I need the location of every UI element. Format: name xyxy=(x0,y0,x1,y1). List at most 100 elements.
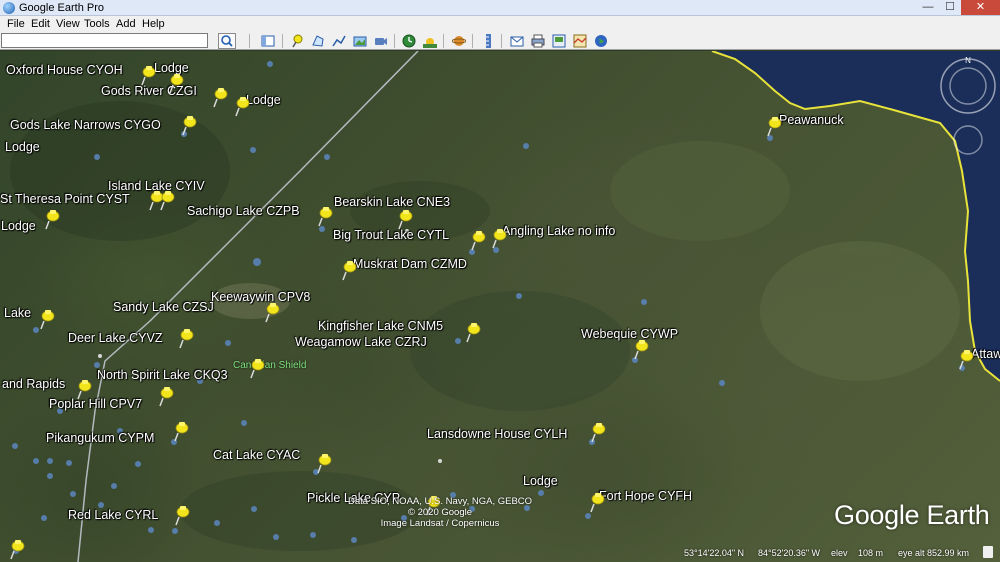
close-button[interactable]: ✕ xyxy=(961,0,1000,15)
pushpin-icon[interactable] xyxy=(8,538,26,560)
menu-help[interactable]: Help xyxy=(142,17,165,31)
navigation-controls[interactable]: N xyxy=(938,56,998,156)
pushpin-icon[interactable] xyxy=(172,420,190,442)
place-label[interactable]: Weagamow Lake CZRJ xyxy=(295,335,427,349)
pushpin-icon[interactable] xyxy=(632,338,650,360)
place-label[interactable]: Fort Hope CYFH xyxy=(599,489,692,503)
place-label[interactable]: Keewaywin CPV8 xyxy=(211,290,310,304)
save-image-button[interactable] xyxy=(550,33,568,49)
add-path-button[interactable] xyxy=(330,33,348,49)
place-label[interactable]: and Rapids xyxy=(2,377,65,391)
pushpin-icon[interactable] xyxy=(263,301,281,323)
earth-button[interactable] xyxy=(592,33,610,49)
eye-altitude-readout: eye alt 852.99 km xyxy=(898,548,970,558)
place-label[interactable]: Lake xyxy=(4,306,31,320)
title-bar: Google Earth Pro — ☐ ✕ xyxy=(0,0,1000,16)
place-label[interactable]: North Spirit Lake CKQ3 xyxy=(97,368,228,382)
place-label[interactable]: Red Lake CYRL xyxy=(68,508,158,522)
pushpin-icon[interactable] xyxy=(173,504,191,526)
historical-imagery-button[interactable] xyxy=(400,33,418,49)
place-label[interactable]: Bearskin Lake CNE3 xyxy=(334,195,450,209)
minimize-button[interactable]: — xyxy=(917,0,939,15)
place-label[interactable]: Peawanuck xyxy=(779,113,844,127)
menu-tools[interactable]: Tools xyxy=(84,17,110,31)
place-label[interactable]: Pikangukum CYPM xyxy=(46,431,154,445)
place-label[interactable]: Lodge xyxy=(1,219,36,233)
maximize-button[interactable]: ☐ xyxy=(939,0,961,15)
view-in-maps-icon xyxy=(573,34,587,48)
add-placemark-button[interactable] xyxy=(288,33,306,49)
pushpin-icon[interactable] xyxy=(167,72,185,94)
pushpin-icon[interactable] xyxy=(464,321,482,343)
print-button[interactable] xyxy=(529,33,547,49)
place-label[interactable]: Webequie CYWP xyxy=(581,327,678,341)
menu-edit[interactable]: Edit xyxy=(31,17,50,31)
place-label[interactable]: Gods Lake Narrows CYGO xyxy=(10,118,161,132)
pushpin-icon[interactable] xyxy=(158,189,176,211)
place-label[interactable]: Sachigo Lake CZPB xyxy=(187,204,300,218)
place-label[interactable]: Lodge xyxy=(246,93,281,107)
pushpin-icon[interactable] xyxy=(139,64,157,86)
pushpin-icon[interactable] xyxy=(589,421,607,443)
pushpin-icon[interactable] xyxy=(248,357,266,379)
menu-file[interactable]: File xyxy=(7,17,25,31)
sunlight-button[interactable] xyxy=(421,33,439,49)
place-label[interactable]: Attaw xyxy=(971,347,1000,361)
add-image-overlay-button[interactable] xyxy=(351,33,369,49)
attribution-line: Image Landsat / Copernicus xyxy=(380,518,500,529)
pushpin-icon[interactable] xyxy=(180,114,198,136)
pushpin-icon[interactable] xyxy=(490,227,508,249)
pushpin-icon[interactable] xyxy=(43,208,61,230)
menu-bar: File Edit View Tools Add Help xyxy=(0,16,1000,32)
toolbar-separator xyxy=(394,34,395,48)
pushpin-icon[interactable] xyxy=(315,452,333,474)
place-label[interactable]: Lansdowne House CYLH xyxy=(427,427,567,441)
place-label[interactable]: Kingfisher Lake CNM5 xyxy=(318,319,443,333)
menu-add[interactable]: Add xyxy=(116,17,136,31)
place-label[interactable]: Cat Lake CYAC xyxy=(213,448,300,462)
pushpin-icon[interactable] xyxy=(396,208,414,230)
place-label[interactable]: Deer Lake CYVZ xyxy=(68,331,162,345)
pushpin-icon[interactable] xyxy=(765,115,783,137)
place-label[interactable]: Lodge xyxy=(523,474,558,488)
place-label[interactable]: Oxford House CYOH xyxy=(6,63,123,77)
pushpin-icon[interactable] xyxy=(588,491,606,513)
place-label[interactable]: St Theresa Point CYST xyxy=(0,192,130,206)
place-label[interactable]: Sandy Lake CZSJ xyxy=(113,300,214,314)
ruler-icon xyxy=(486,34,491,48)
pushpin-icon[interactable] xyxy=(233,95,251,117)
place-label[interactable]: Big Trout Lake CYTL xyxy=(333,228,449,242)
place-label[interactable]: Muskrat Dam CZMD xyxy=(353,257,467,271)
print-icon xyxy=(531,34,545,48)
add-polygon-button[interactable] xyxy=(309,33,327,49)
pushpin-icon[interactable] xyxy=(157,385,175,407)
earth-icon xyxy=(595,35,607,47)
place-label[interactable]: Poplar Hill CPV7 xyxy=(49,397,142,411)
pushpin-icon[interactable] xyxy=(75,378,93,400)
north-indicator-icon[interactable]: N xyxy=(965,56,971,65)
place-label[interactable]: Angling Lake no info xyxy=(502,224,615,238)
pushpin-icon[interactable] xyxy=(340,259,358,281)
pushpin-icon[interactable] xyxy=(957,348,975,370)
record-tour-button[interactable] xyxy=(372,33,390,49)
look-joystick[interactable] xyxy=(940,58,996,114)
email-button[interactable] xyxy=(508,33,526,49)
streaming-indicator-icon xyxy=(983,546,993,558)
map-view[interactable]: Oxford House CYOH Lodge Gods River CZGI … xyxy=(0,51,1000,562)
search-input[interactable] xyxy=(1,33,208,48)
planets-button[interactable] xyxy=(450,33,468,49)
pushpin-icon[interactable] xyxy=(211,86,229,108)
view-in-maps-button[interactable] xyxy=(571,33,589,49)
search-button[interactable] xyxy=(218,33,236,49)
pushpin-icon[interactable] xyxy=(38,308,56,330)
move-joystick[interactable] xyxy=(953,125,983,155)
place-label[interactable]: Lodge xyxy=(5,140,40,154)
pushpin-icon[interactable] xyxy=(469,229,487,251)
menu-view[interactable]: View xyxy=(56,17,80,31)
ruler-button[interactable] xyxy=(479,33,497,49)
pushpin-icon[interactable] xyxy=(316,205,334,227)
sidebar-toggle-button[interactable] xyxy=(259,33,277,49)
pushpin-icon[interactable] xyxy=(177,327,195,349)
google-earth-logo: Google Earth xyxy=(834,500,990,530)
attribution-line: © 2020 Google xyxy=(407,507,473,518)
